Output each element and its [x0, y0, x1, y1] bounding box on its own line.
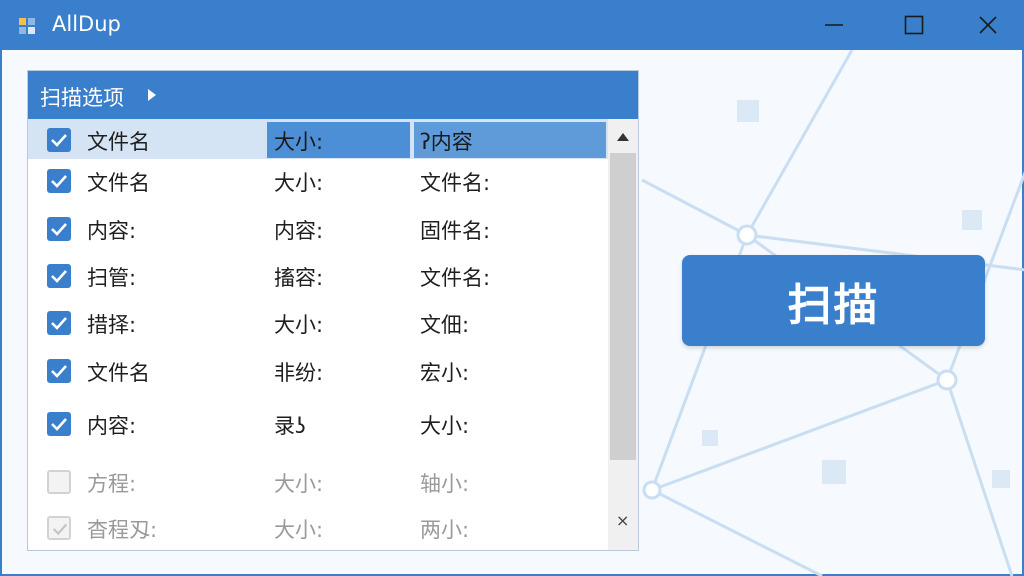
option-row[interactable]: 文件名 大小: ʔ内容 [28, 119, 608, 159]
title-bar[interactable]: AllDup [2, 0, 1024, 50]
option-content-cell: 轴小: [420, 472, 470, 496]
option-size-cell: 大小: [274, 313, 324, 337]
option-row[interactable]: 方程: 大小: 轴小: [28, 461, 608, 501]
option-content-cell: 大小: [420, 414, 470, 438]
alldup-icon [19, 18, 35, 34]
option-row[interactable]: 内容: 录ʖ 大小: [28, 403, 608, 443]
option-checkbox[interactable] [47, 516, 71, 540]
close-icon [979, 16, 997, 34]
option-checkbox[interactable] [47, 128, 71, 152]
option-name-cell: 文件名 [87, 130, 150, 154]
option-name-cell: 内容: [87, 414, 137, 438]
option-size-cell: 大小: [274, 472, 324, 496]
option-name-cell: 文件名 [87, 171, 150, 195]
checkmark-icon [51, 317, 67, 330]
option-row[interactable]: 扫管: 搐容: 文件名: [28, 255, 608, 295]
close-button[interactable] [953, 0, 1023, 50]
option-content-cell: ʔ内容 [420, 130, 473, 154]
option-checkbox[interactable] [47, 412, 71, 436]
option-content-cell: 宏小: [420, 361, 470, 385]
scan-options-title: 扫描选项 [40, 86, 124, 110]
checkmark-icon [51, 223, 67, 236]
window-title: AllDup [52, 12, 121, 36]
scan-button[interactable]: 扫描 [682, 255, 985, 346]
app-window: AllDup 扫描选项 文件名 大小: ʔ内容 文件名 大小: 文件名: 内容: 内容: 固件名… [0, 0, 1024, 576]
maximize-icon [904, 15, 924, 35]
option-content-cell: 固件名: [420, 219, 491, 243]
option-content-cell: 文佃: [420, 313, 470, 337]
option-checkbox[interactable] [47, 470, 71, 494]
scan-options-header[interactable]: 扫描选项 [28, 71, 638, 119]
option-checkbox[interactable] [47, 217, 71, 241]
option-content-cell: 文件名: [420, 266, 491, 290]
option-name-cell: 杳程刄: [87, 518, 158, 542]
option-size-cell: 搐容: [274, 266, 324, 290]
option-checkbox[interactable] [47, 169, 71, 193]
checkmark-icon [51, 365, 67, 378]
option-checkbox[interactable] [47, 311, 71, 335]
vertical-scrollbar[interactable]: × [608, 119, 638, 550]
option-name-cell: 文件名 [87, 361, 150, 385]
option-row[interactable]: 文件名 大小: 文件名: [28, 160, 608, 200]
option-name-cell: 内容: [87, 219, 137, 243]
scan-options-list: 文件名 大小: ʔ内容 文件名 大小: 文件名: 内容: 内容: 固件名: 扫管: 搐容: 文件名: 措… [28, 119, 608, 550]
checkmark-icon [51, 175, 67, 188]
option-size-cell: 非纷: [274, 361, 324, 385]
expand-arrow-icon [148, 89, 156, 101]
scan-options-panel: 扫描选项 文件名 大小: ʔ内容 文件名 大小: 文件名: 内容: 内容: 固件名: 扫管: 搐容:… [27, 70, 639, 551]
option-row[interactable]: 文件名 非纷: 宏小: [28, 350, 608, 390]
option-name-cell: 措择: [87, 313, 137, 337]
checkmark-icon [51, 134, 67, 147]
option-content-cell: 两小: [420, 518, 470, 542]
option-checkbox[interactable] [47, 359, 71, 383]
maximize-button[interactable] [879, 0, 949, 50]
option-row[interactable]: 措择: 大小: 文佃: [28, 302, 608, 342]
option-row[interactable]: 杳程刄: 大小: 两小: [28, 507, 608, 547]
scroll-close-icon[interactable]: × [616, 511, 629, 530]
option-name-cell: 扫管: [87, 266, 137, 290]
minimize-icon [825, 24, 843, 26]
option-name-cell: 方程: [87, 472, 137, 496]
option-size-cell: 内容: [274, 219, 324, 243]
checkmark-icon [52, 523, 68, 536]
checkmark-icon [51, 270, 67, 283]
scroll-up-icon[interactable] [617, 133, 629, 141]
checkmark-icon [51, 418, 67, 431]
scroll-thumb[interactable] [610, 153, 636, 460]
minimize-button[interactable] [799, 0, 869, 50]
option-row[interactable]: 内容: 内容: 固件名: [28, 208, 608, 248]
option-content-cell: 文件名: [420, 171, 491, 195]
option-size-cell: 大小: [274, 130, 324, 154]
option-size-cell: 大小: [274, 171, 324, 195]
option-size-cell: 大小: [274, 518, 324, 542]
option-checkbox[interactable] [47, 264, 71, 288]
option-size-cell: 录ʖ [274, 414, 306, 438]
